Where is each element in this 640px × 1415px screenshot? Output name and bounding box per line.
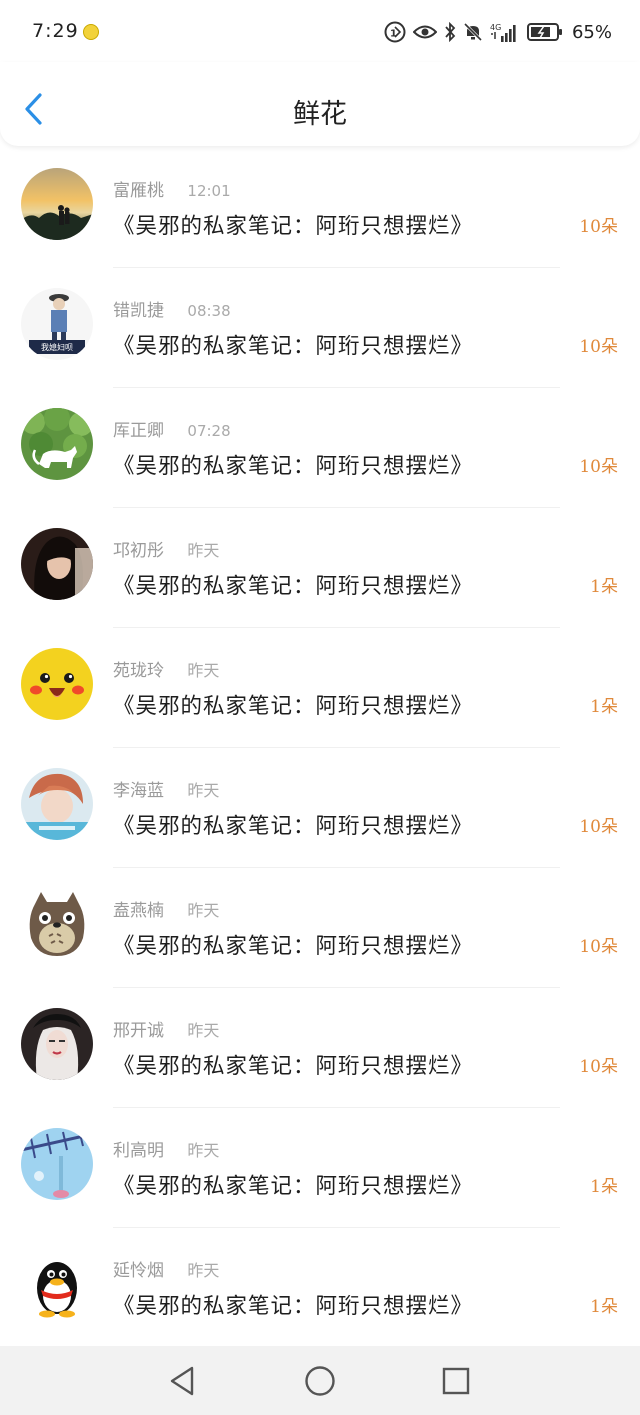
avatar-caption: 我媳妇呗 [41, 342, 73, 352]
sender-name: 错凯捷 [113, 301, 164, 321]
sender-name: 利高明 [113, 1141, 164, 1161]
page-title: 鲜花 [293, 99, 347, 130]
book-title: 《吴邪的私家笔记：阿珩只想摆烂》 [113, 694, 474, 719]
sender-meta: 错凯捷 08:38 [113, 296, 231, 321]
triangle-back-icon [170, 1366, 194, 1396]
avatar[interactable] [21, 1008, 93, 1080]
flower-count: 1朵 [590, 1177, 618, 1197]
list-item[interactable]: 厍正卿 07:28 《吴邪的私家笔记：阿珩只想摆烂》 10朵 [0, 388, 640, 508]
flower-list: 富雁桃 12:01 《吴邪的私家笔记：阿珩只想摆烂》 10朵 我媳妇呗 错凯捷 … [0, 148, 640, 1345]
avatar[interactable] [21, 1128, 93, 1200]
status-icons: 1 4G 65% [384, 19, 612, 45]
sender-meta: 厍正卿 07:28 [113, 416, 231, 441]
status-bar: 7:29 1 4G 65% [0, 0, 640, 62]
flower-count: 1朵 [590, 697, 618, 717]
book-title: 《吴邪的私家笔记：阿珩只想摆烂》 [113, 334, 474, 359]
list-item[interactable]: 富雁桃 12:01 《吴邪的私家笔记：阿珩只想摆烂》 10朵 [0, 148, 640, 268]
list-item[interactable]: 邛初彤 昨天 《吴邪的私家笔记：阿珩只想摆烂》 1朵 [0, 508, 640, 628]
sender-name: 李海蓝 [113, 781, 164, 801]
battery-percent: 65% [571, 21, 612, 43]
sender-name: 延怜烟 [113, 1261, 164, 1281]
battery-icon [526, 23, 562, 41]
svg-text:1: 1 [390, 29, 397, 40]
hd-call-icon: 1 [384, 21, 406, 43]
sender-meta: 延怜烟 昨天 [113, 1256, 219, 1281]
app-header: 鲜花 [0, 62, 640, 146]
book-title: 《吴邪的私家笔记：阿珩只想摆烂》 [113, 1054, 474, 1079]
sent-time: 昨天 [187, 541, 220, 560]
flower-count: 10朵 [579, 937, 618, 957]
sender-meta: 李海蓝 昨天 [113, 776, 219, 801]
list-item[interactable]: 邢开诚 昨天 《吴邪的私家笔记：阿珩只想摆烂》 10朵 [0, 988, 640, 1108]
system-nav-bar [0, 1346, 640, 1415]
sender-name: 盍燕楠 [113, 901, 164, 921]
sent-time: 昨天 [187, 901, 220, 920]
sender-name: 邛初彤 [113, 541, 164, 561]
sent-time: 07:28 [187, 422, 231, 440]
sender-name: 厍正卿 [113, 421, 164, 441]
flower-count: 10朵 [579, 1057, 618, 1077]
sender-name: 邢开诚 [113, 1021, 164, 1041]
notification-emoji-icon [83, 24, 99, 40]
sender-meta: 富雁桃 12:01 [113, 176, 231, 201]
sent-time: 昨天 [187, 661, 220, 680]
list-item[interactable]: 苑珑玲 昨天 《吴邪的私家笔记：阿珩只想摆烂》 1朵 [0, 628, 640, 748]
list-item[interactable]: 延怜烟 昨天 《吴邪的私家笔记：阿珩只想摆烂》 1朵 [0, 1228, 640, 1348]
bluetooth-icon [445, 22, 456, 42]
nav-recents-button[interactable] [439, 1364, 473, 1398]
flower-count: 1朵 [590, 577, 618, 597]
list-item[interactable]: 李海蓝 昨天 《吴邪的私家笔记：阿珩只想摆烂》 10朵 [0, 748, 640, 868]
sent-time: 昨天 [187, 1261, 220, 1280]
avatar[interactable] [21, 168, 93, 240]
sender-meta: 苑珑玲 昨天 [113, 656, 219, 681]
avatar[interactable] [21, 1248, 93, 1320]
avatar[interactable] [21, 648, 93, 720]
list-item[interactable]: 利高明 昨天 《吴邪的私家笔记：阿珩只想摆烂》 1朵 [0, 1108, 640, 1228]
list-item[interactable]: 盍燕楠 昨天 《吴邪的私家笔记：阿珩只想摆烂》 10朵 [0, 868, 640, 988]
book-title: 《吴邪的私家笔记：阿珩只想摆烂》 [113, 574, 474, 599]
sent-time: 08:38 [187, 302, 231, 320]
book-title: 《吴邪的私家笔记：阿珩只想摆烂》 [113, 934, 474, 959]
sent-time: 昨天 [187, 1141, 220, 1160]
sent-time: 昨天 [187, 781, 220, 800]
avatar[interactable] [21, 408, 93, 480]
book-title: 《吴邪的私家笔记：阿珩只想摆烂》 [113, 814, 474, 839]
sender-name: 苑珑玲 [113, 661, 164, 681]
sender-meta: 盍燕楠 昨天 [113, 896, 219, 921]
signal-icon: 4G [490, 23, 516, 42]
sent-time: 昨天 [187, 1021, 220, 1040]
flower-count: 1朵 [590, 1297, 618, 1317]
sender-meta: 邛初彤 昨天 [113, 536, 219, 561]
avatar[interactable] [21, 528, 93, 600]
flower-count: 10朵 [579, 817, 618, 837]
flower-count: 10朵 [579, 457, 618, 477]
avatar[interactable]: 我媳妇呗 [21, 288, 93, 360]
network-type-label: 4G [490, 23, 501, 32]
book-title: 《吴邪的私家笔记：阿珩只想摆烂》 [113, 1174, 474, 1199]
avatar[interactable] [21, 888, 93, 960]
book-title: 《吴邪的私家笔记：阿珩只想摆烂》 [113, 454, 474, 479]
eye-icon [412, 25, 437, 39]
flower-count: 10朵 [579, 337, 618, 357]
avatar[interactable] [21, 768, 93, 840]
square-recents-icon [442, 1367, 470, 1395]
nav-back-button[interactable] [166, 1364, 200, 1398]
sender-meta: 利高明 昨天 [113, 1136, 219, 1161]
nav-home-button[interactable] [303, 1364, 337, 1398]
mute-bell-icon [463, 22, 483, 42]
circle-home-icon [305, 1366, 335, 1396]
sender-meta: 邢开诚 昨天 [113, 1016, 219, 1041]
flower-count: 10朵 [579, 217, 618, 237]
book-title: 《吴邪的私家笔记：阿珩只想摆烂》 [113, 214, 474, 239]
list-item[interactable]: 我媳妇呗 错凯捷 08:38 《吴邪的私家笔记：阿珩只想摆烂》 10朵 [0, 268, 640, 388]
sender-name: 富雁桃 [113, 181, 164, 201]
sent-time: 12:01 [187, 182, 231, 200]
book-title: 《吴邪的私家笔记：阿珩只想摆烂》 [113, 1294, 474, 1319]
status-time: 7:29 [32, 20, 79, 42]
